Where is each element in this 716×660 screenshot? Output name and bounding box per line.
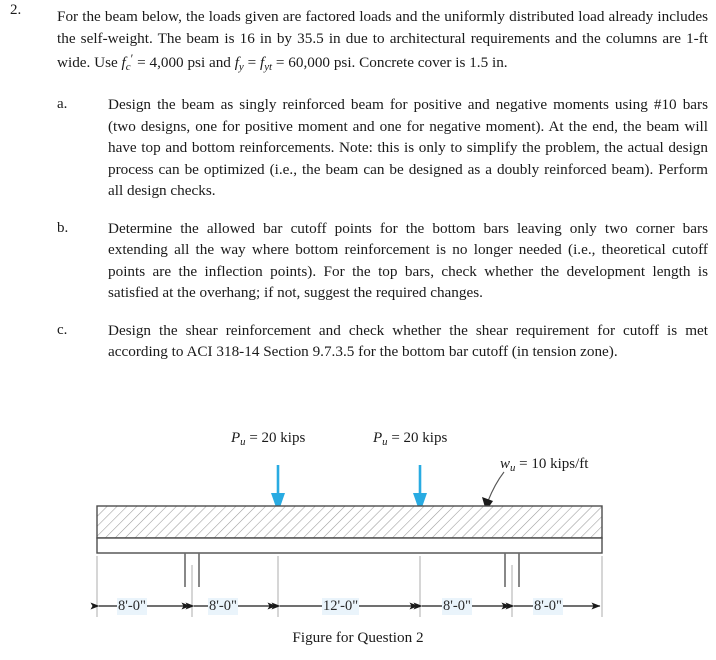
distributed-load-leader bbox=[482, 471, 505, 511]
question-intro-text: For the beam below, the loads given are … bbox=[57, 6, 708, 78]
point-load-label-1: Pu = 20 kips bbox=[231, 430, 305, 448]
wu-symbol: w bbox=[500, 456, 511, 472]
pu-subscript-1: u bbox=[240, 436, 246, 449]
part-c-text: Design the shear reinforcement and check… bbox=[108, 321, 708, 361]
part-c-label: c. bbox=[57, 321, 68, 338]
wu-value: = 10 kips/ft bbox=[519, 456, 589, 472]
figure-caption: Figure for Question 2 bbox=[292, 629, 424, 646]
fyt-subscript: yt bbox=[264, 60, 273, 73]
dimension-label-5: 8'-0" bbox=[533, 598, 563, 615]
part-a-label: a. bbox=[57, 96, 68, 113]
intro-part-4: = 60,000 psi. Concrete cover is 1.5 in. bbox=[272, 53, 508, 71]
question-intro-row: 2. For the beam below, the loads given a… bbox=[0, 0, 716, 78]
intro-part-3: = bbox=[243, 53, 260, 71]
part-b-text: Determine the allowed bar cutoff points … bbox=[108, 219, 708, 302]
part-a-text: Design the beam as singly reinforced bea… bbox=[108, 96, 708, 200]
pu-symbol-2: P bbox=[373, 430, 383, 446]
beam-diagram-svg bbox=[90, 465, 603, 617]
problem-statement: 2. For the beam below, the loads given a… bbox=[0, 0, 716, 363]
intro-part-2: = 4,000 psi and bbox=[133, 53, 235, 71]
pu-value-1: = 20 kips bbox=[249, 430, 306, 446]
fc-symbol-group: fc′ bbox=[122, 52, 134, 73]
pu-symbol-1: P bbox=[231, 430, 241, 446]
dimension-label-1: 8'-0" bbox=[117, 598, 147, 615]
fy-symbol-group: fy bbox=[235, 54, 244, 73]
part-b-label: b. bbox=[57, 219, 69, 236]
question-part-c: c. Design the shear reinforcement and ch… bbox=[0, 320, 716, 363]
beam-figure: Pu = 20 kips Pu = 20 kips wu = 10 kips/f… bbox=[0, 425, 716, 660]
question-number: 2. bbox=[10, 2, 22, 18]
wu-subscript: u bbox=[510, 462, 516, 475]
dimension-label-2: 8'-0" bbox=[208, 598, 238, 615]
beam-body bbox=[96, 505, 603, 554]
fyt-symbol-group: fyt bbox=[260, 54, 273, 73]
question-part-b: b. Determine the allowed bar cutoff poin… bbox=[0, 218, 716, 304]
point-load-label-2: Pu = 20 kips bbox=[373, 430, 447, 448]
pu-value-2: = 20 kips bbox=[391, 430, 448, 446]
dimension-label-4: 8'-0" bbox=[442, 598, 472, 615]
dimension-label-3: 12'-0" bbox=[322, 598, 360, 615]
pu-subscript-2: u bbox=[382, 436, 388, 449]
distributed-load-label: wu = 10 kips/ft bbox=[500, 456, 588, 474]
question-part-a: a. Design the beam as singly reinforced … bbox=[0, 94, 716, 202]
